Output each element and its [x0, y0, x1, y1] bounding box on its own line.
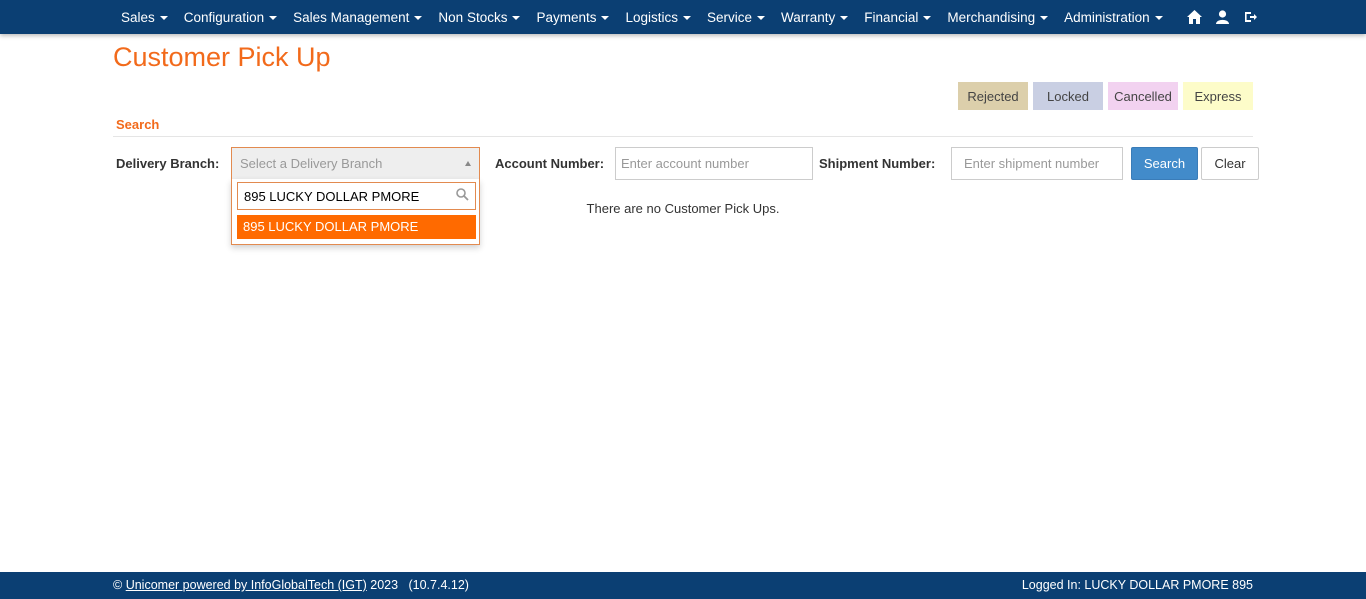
nav-item-label: Merchandising	[947, 9, 1036, 25]
dropdown-option[interactable]: 895 LUCKY DOLLAR PMORE	[237, 215, 476, 239]
caret-down-icon	[269, 16, 278, 20]
legend-locked: Locked	[1033, 82, 1103, 110]
caret-down-icon	[1040, 16, 1049, 20]
nav-item-label: Service	[707, 9, 753, 25]
nav-item-label: Administration	[1064, 9, 1150, 25]
logged-in-status: Logged In: LUCKY DOLLAR PMORE 895	[1021, 578, 1253, 592]
copyright-symbol: ©	[113, 578, 123, 592]
caret-down-icon	[512, 16, 521, 20]
account-number-input[interactable]	[615, 147, 813, 180]
delivery-branch-select[interactable]: Select a Delivery Branch	[231, 147, 480, 180]
legend-express: Express	[1183, 82, 1253, 110]
nav-item-label: Financial	[864, 9, 919, 25]
nav-item-label: Non Stocks	[438, 9, 508, 25]
nav-icons	[1186, 0, 1258, 34]
search-section-title: Search	[116, 117, 160, 132]
delivery-branch-placeholder: Select a Delivery Branch	[240, 156, 383, 171]
caret-down-icon	[601, 16, 610, 20]
legend-cancelled: Cancelled	[1108, 82, 1178, 110]
empty-results-message: There are no Customer Pick Ups.	[586, 201, 780, 216]
caret-down-icon	[757, 16, 766, 20]
caret-down-icon	[1154, 16, 1163, 20]
nav-item-payments[interactable]: Payments	[528, 0, 617, 34]
nav-item-warranty[interactable]: Warranty	[773, 0, 856, 34]
nav-item-non-stocks[interactable]: Non Stocks	[430, 0, 528, 34]
footer: © Unicomer powered by InfoGlobalTech (IG…	[0, 572, 1366, 599]
section-divider	[113, 136, 1253, 137]
nav-item-logistics[interactable]: Logistics	[617, 0, 699, 34]
shipment-number-label: Shipment Number:	[819, 156, 936, 171]
caret-down-icon	[159, 16, 168, 20]
footer-credits: © Unicomer powered by InfoGlobalTech (IG…	[113, 578, 469, 592]
shipment-number-input[interactable]	[951, 147, 1123, 180]
account-number-label: Account Number:	[495, 156, 605, 171]
caret-down-icon	[683, 16, 692, 20]
status-legend: Rejected Locked Cancelled Express	[958, 82, 1253, 110]
caret-down-icon	[414, 16, 423, 20]
user-icon[interactable]	[1214, 9, 1230, 25]
clear-button[interactable]: Clear	[1201, 147, 1259, 180]
nav-item-sales[interactable]: Sales	[113, 0, 176, 34]
nav-item-label: Logistics	[625, 9, 679, 25]
logout-icon[interactable]	[1242, 9, 1258, 25]
search-button[interactable]: Search	[1131, 147, 1198, 180]
nav-item-financial[interactable]: Financial	[856, 0, 939, 34]
nav-item-label: Warranty	[781, 9, 836, 25]
nav-item-label: Sales	[121, 9, 155, 25]
nav-item-configuration[interactable]: Configuration	[176, 0, 285, 34]
home-icon[interactable]	[1186, 9, 1202, 25]
nav-item-label: Payments	[536, 9, 597, 25]
nav-item-merchandising[interactable]: Merchandising	[939, 0, 1056, 34]
nav-item-label: Sales Management	[293, 9, 410, 25]
chevron-up-icon	[465, 161, 471, 166]
top-navbar: Sales Configuration Sales Management Non…	[0, 0, 1366, 34]
footer-version: 2023 (10.7.4.12)	[370, 578, 469, 592]
delivery-branch-label: Delivery Branch:	[116, 156, 220, 171]
nav-item-administration[interactable]: Administration	[1056, 0, 1171, 34]
nav-item-sales-management[interactable]: Sales Management	[285, 0, 430, 34]
caret-down-icon	[840, 16, 849, 20]
legend-rejected: Rejected	[958, 82, 1028, 110]
caret-down-icon	[923, 16, 932, 20]
nav-menu: Sales Configuration Sales Management Non…	[113, 0, 1171, 34]
page-title: Customer Pick Up	[113, 42, 331, 72]
nav-item-service[interactable]: Service	[699, 0, 773, 34]
nav-item-label: Configuration	[183, 9, 265, 25]
company-link[interactable]: Unicomer powered by InfoGlobalTech (IGT)	[126, 578, 367, 592]
